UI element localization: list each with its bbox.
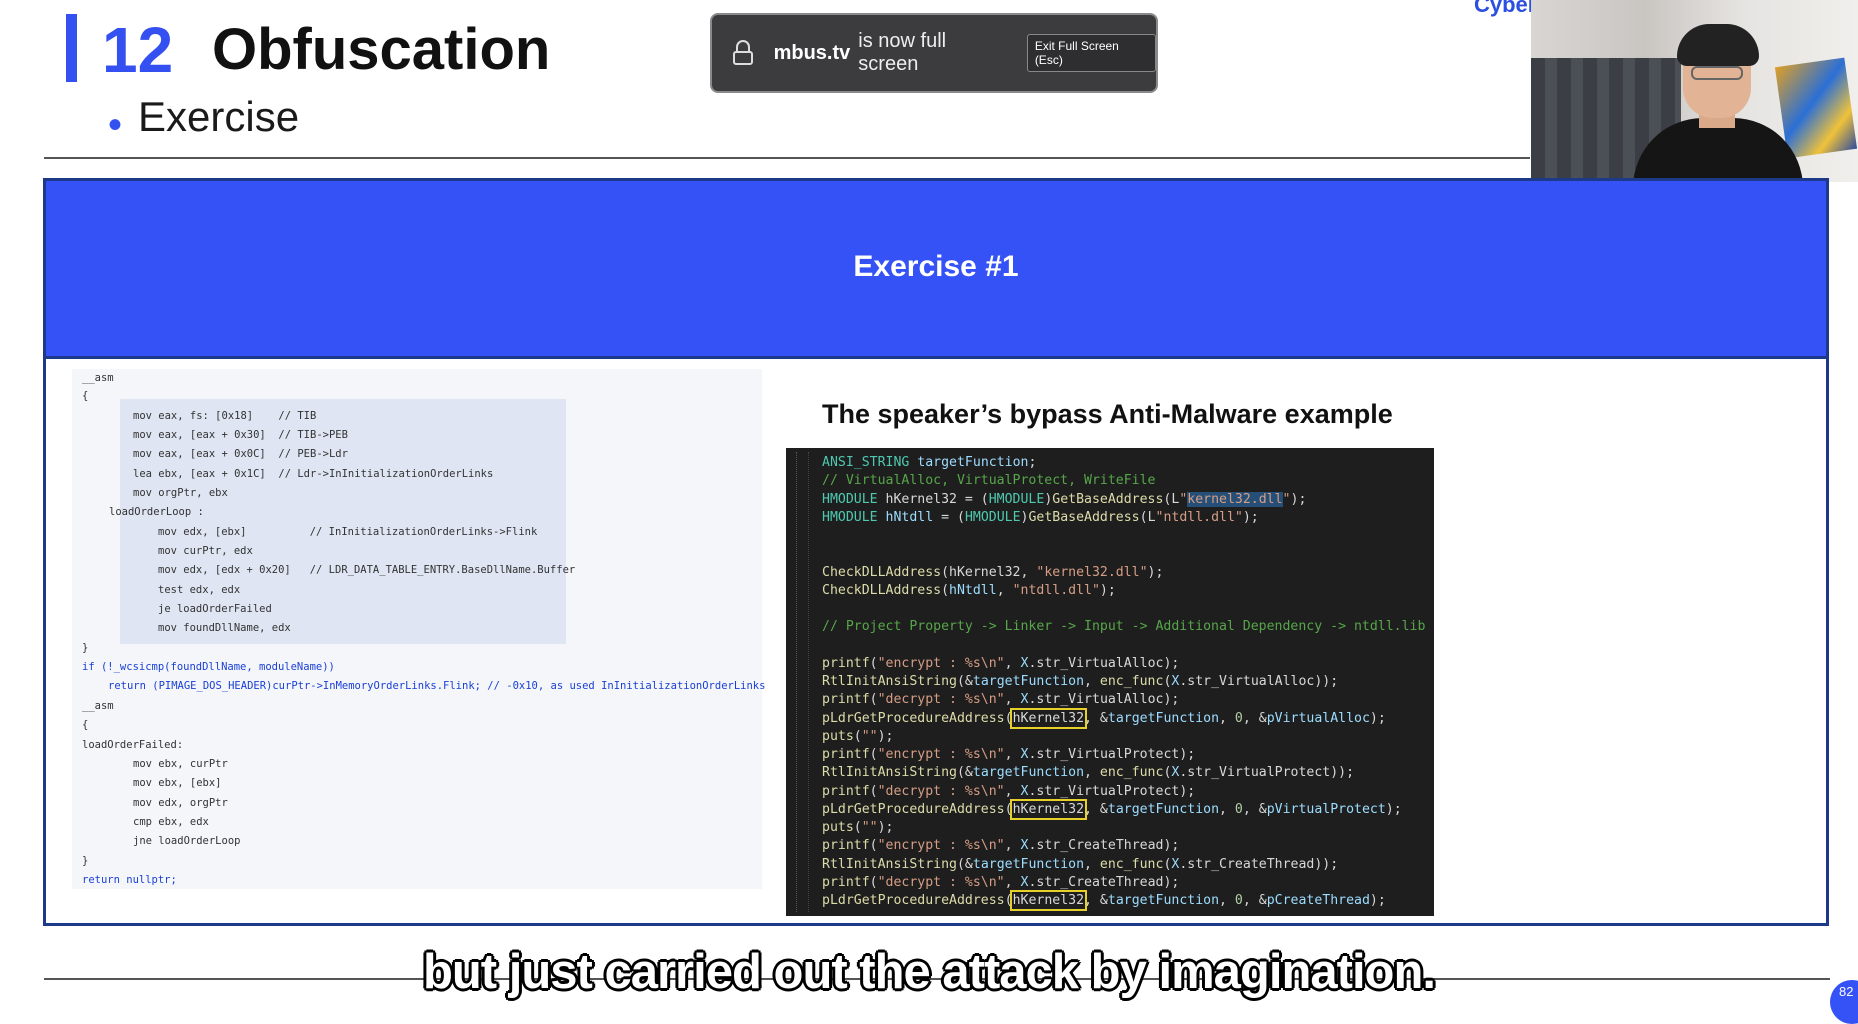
lock-icon xyxy=(732,40,754,66)
cpp-code-line xyxy=(822,637,830,655)
bullet-icon: • xyxy=(108,103,123,147)
cpp-code-screenshot: ANSI_STRING targetFunction; // VirtualAll… xyxy=(786,448,1434,916)
cpp-code-line xyxy=(822,527,830,545)
cpp-code-line: HMODULE hKernel32 = (HMODULE)GetBaseAddr… xyxy=(822,491,1307,507)
asm-code-line: __asm xyxy=(82,372,114,384)
cpp-code-line xyxy=(822,600,830,618)
cpp-code-line: RtlInitAnsiString(&targetFunction, enc_f… xyxy=(822,674,1339,689)
cpp-code-line: printf("encrypt : %s\n", X.str_CreateThr… xyxy=(822,838,1180,854)
asm-code-line: je loadOrderFailed xyxy=(158,603,272,615)
cpp-code-line: printf("decrypt : %s\n", X.str_CreateThr… xyxy=(822,874,1180,890)
title-accent-bar xyxy=(66,14,77,82)
cpp-code-line xyxy=(822,545,830,563)
asm-code-line: mov eax, [eax + 0x0C] // PEB->Ldr xyxy=(133,448,348,460)
indent-guide xyxy=(796,452,797,912)
asm-code-line: loadOrderFailed: xyxy=(82,739,184,751)
asm-code-line: mov eax, [eax + 0x30] // TIB->PEB xyxy=(133,429,348,441)
cpp-code-line: ANSI_STRING targetFunction; xyxy=(822,455,1037,470)
asm-code-line: { xyxy=(82,390,89,402)
cpp-code-line: CheckDLLAddress(hNtdll, "ntdll.dll"); xyxy=(822,582,1116,598)
cpp-code-line: printf("decrypt : %s\n", X.str_VirtualPr… xyxy=(822,783,1196,799)
panel-heading: Exercise #1 xyxy=(853,250,1019,283)
cpp-code-line: pLdrGetProcedureAddress(hKernel32, &targ… xyxy=(822,707,1386,729)
indent-guide xyxy=(808,452,809,912)
asm-code-line: if (!_wcsicmp(foundDllName, moduleName)) xyxy=(82,661,335,673)
exit-fullscreen-button[interactable]: Exit Full Screen (Esc) xyxy=(1026,34,1157,72)
corner-logo-text: Cyber xyxy=(1474,0,1537,17)
asm-code-line: lea ebx, [eax + 0x1C] // Ldr->InInitiali… xyxy=(133,468,494,480)
cpp-code-line: CheckDLLAddress(hKernel32, "kernel32.dll… xyxy=(822,564,1164,580)
cpp-code-line: RtlInitAnsiString(&targetFunction, enc_f… xyxy=(822,856,1339,872)
cpp-code-line: HMODULE hNtdll = (HMODULE)GetBaseAddress… xyxy=(822,509,1259,525)
panel-header: Exercise #1 xyxy=(46,181,1826,359)
asm-code-line: return nullptr; xyxy=(82,874,177,886)
slide-title: Obfuscation xyxy=(212,17,551,82)
asm-code-line: jne loadOrderLoop xyxy=(133,835,241,847)
asm-code-line: mov ebx, [ebx] xyxy=(133,777,222,789)
asm-code-line: cmp ebx, edx xyxy=(133,816,209,828)
cpp-code-line: // VirtualAlloc, VirtualProtect, WriteFi… xyxy=(822,473,1156,489)
asm-code-line: mov curPtr, edx xyxy=(158,545,253,557)
example-title: The speaker’s bypass Anti-Malware exampl… xyxy=(822,399,1393,429)
cpp-code-line: pLdrGetProcedureAddress(hKernel32, &targ… xyxy=(822,798,1402,820)
asm-code-image: __asm { mov eax, fs: [0x18] // TIB mov eax,… xyxy=(72,369,766,889)
cpp-code-line: puts(""); xyxy=(822,820,894,835)
asm-code-line: mov foundDllName, edx xyxy=(158,622,291,634)
asm-code-line: { xyxy=(82,719,89,731)
section-number: 12 xyxy=(102,14,174,86)
cpp-code-line: printf("encrypt : %s\n", X.str_VirtualPr… xyxy=(822,747,1196,762)
cpp-code-line: pLdrGetProcedureAddress(hKernel32, &targ… xyxy=(822,890,1386,911)
asm-code-line: __asm xyxy=(82,700,114,712)
asm-code-line: mov edx, orgPtr xyxy=(133,797,228,809)
cpp-code-line: puts(""); xyxy=(822,728,894,744)
cpp-code-line: printf("encrypt : %s\n", X.str_VirtualAl… xyxy=(822,655,1180,671)
asm-code-line: mov edx, [ebx] // InInitializationOrderL… xyxy=(158,526,538,538)
slide-subtitle: Exercise xyxy=(138,93,300,140)
asm-code-line: } xyxy=(82,642,89,654)
fullscreen-domain: mbus.tv xyxy=(773,41,851,64)
asm-code-line: } xyxy=(82,855,89,867)
header-divider xyxy=(44,157,1530,159)
fullscreen-notice: mbus.tv is now full screen Exit Full Scr… xyxy=(710,13,1158,93)
asm-code-line: mov orgPtr, ebx xyxy=(133,487,228,499)
asm-code-line: return (PIMAGE_DOS_HEADER)curPtr->InMemo… xyxy=(108,680,766,692)
cpp-code-line: RtlInitAnsiString(&targetFunction, enc_f… xyxy=(822,765,1355,781)
exercise-panel: Exercise #1 __asm { mov eax, fs: [0x18] //… xyxy=(43,178,1829,926)
asm-code-line: mov ebx, curPtr xyxy=(133,758,228,770)
asm-code-line: mov edx, [edx + 0x20] // LDR_DATA_TABLE_… xyxy=(158,564,576,576)
asm-code-line: mov eax, fs: [0x18] // TIB xyxy=(133,410,317,422)
fullscreen-message: is now full screen xyxy=(858,30,947,75)
cpp-code-line: // Project Property -> Linker -> Input -… xyxy=(822,619,1426,635)
webcam-feed xyxy=(1531,0,1858,182)
asm-code-line: test edx, edx xyxy=(158,584,241,596)
asm-code-line: loadOrderLoop : xyxy=(109,506,204,518)
subtitle-caption: but just carried out the attack by imagi… xyxy=(422,945,1436,999)
cpp-code-line: printf("decrypt : %s\n", X.str_VirtualAl… xyxy=(822,692,1180,708)
